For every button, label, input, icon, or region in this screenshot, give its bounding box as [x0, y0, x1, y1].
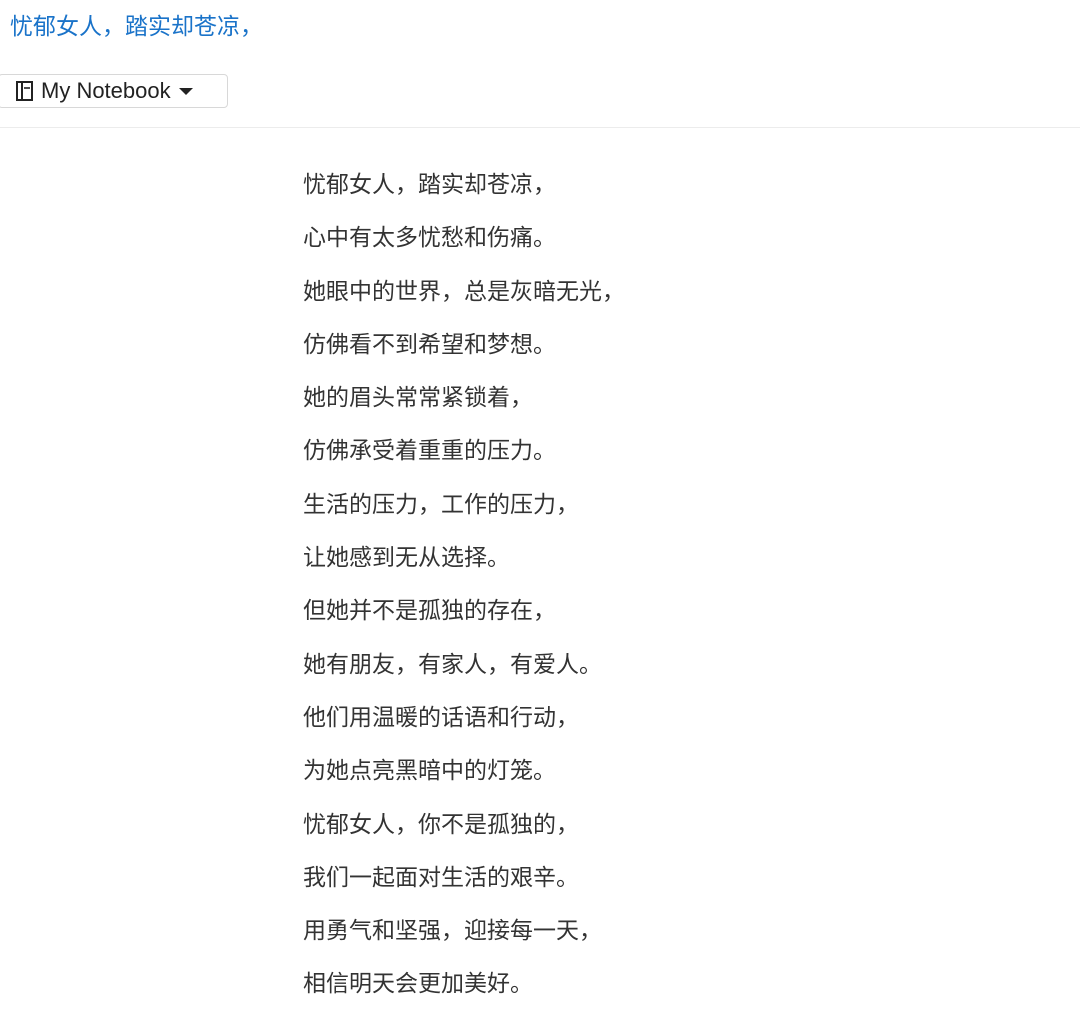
notebook-selector-button[interactable]: My Notebook — [0, 74, 228, 108]
poem-line: 相信明天会更加美好。 — [303, 971, 533, 998]
chevron-down-icon — [178, 87, 193, 95]
notebook-icon — [15, 80, 35, 102]
poem-line: 她眼中的世界，总是灰暗无光， — [303, 278, 625, 305]
poem-line: 忧郁女人，你不是孤独的， — [303, 811, 579, 838]
poem-line: 忧郁女人，踏实却苍凉， — [303, 172, 556, 198]
poem-line: 用勇气和坚强，迎接每一天， — [303, 918, 602, 945]
poem-line: 让她感到无从选择。 — [303, 545, 510, 572]
poem-line: 仿佛承受着重重的压力。 — [303, 438, 556, 465]
page-title[interactable]: 忧郁女人，踏实却苍凉， — [10, 10, 263, 44]
poem-line: 但她并不是孤独的存在， — [303, 598, 556, 625]
poem-line: 仿佛看不到希望和梦想。 — [303, 331, 556, 358]
poem-line: 为她点亮黑暗中的灯笼。 — [303, 758, 556, 785]
poem-line: 心中有太多忧愁和伤痛。 — [303, 225, 556, 252]
poem-line: 她的眉头常常紧锁着， — [303, 385, 533, 412]
poem-line: 他们用温暖的话语和行动， — [303, 704, 579, 731]
poem-line: 我们一起面对生活的艰辛。 — [303, 864, 579, 891]
notebook-selector-label: My Notebook — [41, 78, 171, 103]
poem-body: 忧郁女人，踏实却苍凉， 心中有太多忧愁和伤痛。 她眼中的世界，总是灰暗无光， 仿… — [303, 159, 625, 1012]
poem-line: 生活的压力，工作的压力， — [303, 491, 579, 518]
header-divider — [0, 127, 1080, 128]
poem-line: 她有朋友，有家人，有爱人。 — [303, 651, 602, 678]
